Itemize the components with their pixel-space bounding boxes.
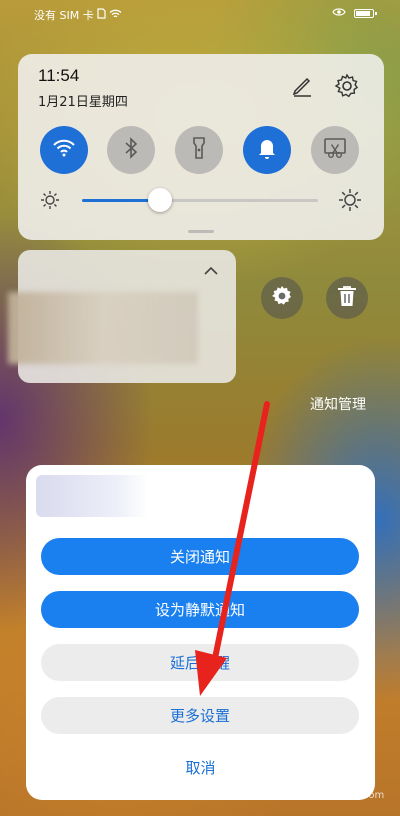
status-bar: 没有 SIM 卡: [0, 0, 400, 30]
snooze-button[interactable]: 延后提醒: [41, 644, 359, 681]
more-settings-button[interactable]: 更多设置: [41, 697, 359, 734]
battery-icon: [354, 9, 377, 18]
brightness-slider-thumb[interactable]: [147, 188, 172, 212]
quick-settings-panel: 11:54 1月21日星期四: [18, 54, 384, 240]
wifi-icon: [52, 139, 76, 161]
set-silent-notification-button[interactable]: 设为静默通知: [41, 591, 359, 628]
tile-sound[interactable]: [243, 126, 291, 174]
brightness-slider[interactable]: [82, 199, 318, 202]
tile-bluetooth[interactable]: [107, 126, 155, 174]
notification-action-sheet: 关闭通知 设为静默通知 延后提醒 更多设置 取消: [26, 465, 375, 800]
turn-off-notifications-button[interactable]: 关闭通知: [41, 538, 359, 575]
flashlight-icon: [192, 136, 206, 164]
chevron-up-icon[interactable]: [203, 262, 219, 275]
gear-icon[interactable]: [334, 73, 360, 99]
bell-icon: [257, 137, 277, 163]
status-right: [332, 7, 377, 20]
status-left: 没有 SIM 卡: [34, 7, 122, 23]
notification-management-link[interactable]: 通知管理: [310, 394, 366, 414]
wifi-icon: [109, 9, 122, 22]
brightness-low-icon: [40, 190, 60, 210]
trash-icon: [337, 285, 357, 311]
blurred-notification-content: [8, 292, 198, 364]
panel-drag-handle[interactable]: [188, 230, 214, 233]
tile-wifi[interactable]: [40, 126, 88, 174]
screenshot-icon: [323, 137, 347, 163]
clock-time: 11:54: [38, 66, 80, 85]
blurred-app-info: [36, 475, 148, 517]
eye-icon: [332, 7, 346, 20]
sim-icon: [97, 8, 106, 22]
watermark: jingyan.baidu.com: [292, 790, 385, 801]
brightness-high-icon: [338, 188, 362, 212]
carrier-text: 没有 SIM 卡: [34, 9, 94, 22]
cancel-button[interactable]: 取消: [26, 757, 375, 778]
gear-icon: [271, 285, 293, 311]
bluetooth-icon: [124, 137, 138, 163]
notification-delete-button[interactable]: [326, 277, 368, 319]
pencil-icon[interactable]: [290, 74, 314, 98]
notification-settings-button[interactable]: [261, 277, 303, 319]
tile-screenshot[interactable]: [311, 126, 359, 174]
clock-date: 1月21日星期四: [38, 95, 128, 110]
tile-flashlight[interactable]: [175, 126, 223, 174]
